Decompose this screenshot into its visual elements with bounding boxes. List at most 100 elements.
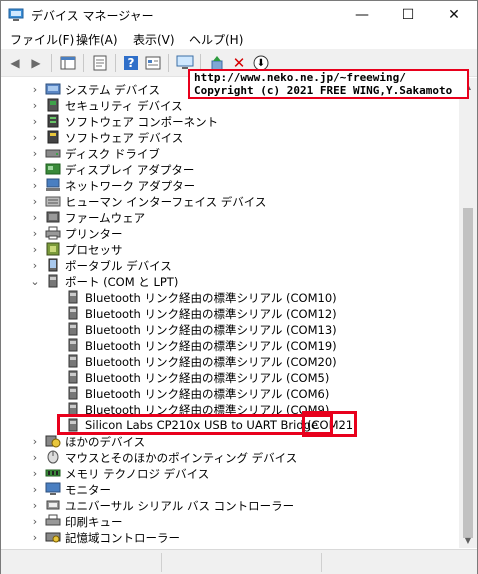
expand-chevron-icon[interactable]: › [29, 513, 41, 529]
scroll-down-icon[interactable]: ▼ [459, 532, 477, 548]
menu-file[interactable]: ファイル(F) [8, 31, 76, 48]
properties-console-button[interactable] [59, 54, 77, 72]
expand-chevron-icon[interactable]: › [29, 241, 41, 257]
tree-category[interactable]: › ソフトウェア デバイス [1, 129, 459, 145]
expand-chevron-icon[interactable]: › [29, 481, 41, 497]
expand-chevron-icon[interactable]: › [29, 529, 41, 545]
tree-category[interactable]: › ファームウェア [1, 209, 459, 226]
tree-device[interactable]: Bluetooth リンク経由の標準シリアル (COM12) [1, 305, 459, 321]
tree-item-label: Bluetooth リンク経由の標準シリアル (COM12) [85, 307, 337, 321]
tree-item-label: マウスとそのほかのポインティング デバイス [65, 451, 298, 465]
firmware-icon [46, 211, 60, 223]
menu-view[interactable]: 表示(V) [131, 31, 177, 48]
expand-chevron-icon[interactable]: › [29, 449, 41, 465]
tree-item-label: メモリ テクノロジ デバイス [65, 467, 210, 481]
maximize-button[interactable]: ☐ [385, 1, 431, 29]
back-button[interactable]: ◀ [6, 54, 24, 72]
tree-category[interactable]: › ソフトウェア コンポーネント [1, 113, 459, 129]
collapse-chevron-icon[interactable]: ⌄ [29, 273, 41, 289]
help-button[interactable]: ? [122, 54, 140, 72]
tree-item-label: Bluetooth リンク経由の標準シリアル (COM6) [85, 387, 330, 401]
maximize-icon: ☐ [401, 7, 415, 23]
tree-category[interactable]: › 印刷キュー [1, 513, 459, 529]
expand-chevron-icon[interactable]: › [29, 465, 41, 481]
tree-device[interactable]: Bluetooth リンク経由の標準シリアル (COM5) [1, 369, 459, 385]
tree-category[interactable]: › 記憶域コントローラー [1, 529, 459, 546]
expand-chevron-icon[interactable]: › [29, 209, 41, 225]
expand-chevron-icon[interactable]: › [29, 129, 41, 145]
expand-chevron-icon[interactable]: › [29, 193, 41, 209]
menu-help[interactable]: ヘルプ(H) [187, 31, 245, 48]
storage-controller-icon [45, 532, 61, 543]
tree-category[interactable]: › プリンター [1, 225, 459, 241]
tree-category[interactable]: › ディスプレイ アダプター [1, 161, 459, 178]
tree-category[interactable]: › ユニバーサル シリアル バス コントローラー [1, 497, 459, 514]
device-manager-window: デバイス マネージャー — ☐ ✕ ファイル(F) 操作(A) 表示(V) ヘル… [0, 0, 478, 574]
expand-chevron-icon[interactable]: › [29, 225, 41, 241]
back-arrow-icon: ◀ [10, 56, 20, 70]
expand-chevron-icon[interactable]: › [29, 497, 41, 513]
expand-chevron-icon[interactable]: › [29, 113, 41, 129]
tree-category[interactable]: › マウスとそのほかのポインティング デバイス [1, 449, 459, 465]
tree-category[interactable]: › ポータブル デバイス [1, 257, 459, 273]
display-adapter-icon [45, 163, 61, 175]
tree-device[interactable]: Bluetooth リンク経由の標準シリアル (COM10) [1, 289, 459, 305]
port-icon [48, 274, 58, 288]
tree-category[interactable]: › モニター [1, 481, 459, 497]
tree-item-label: Bluetooth リンク経由の標準シリアル (COM13) [85, 323, 337, 337]
expand-chevron-icon[interactable]: › [29, 161, 41, 177]
tree-item-label: セキュリティ デバイス [65, 99, 183, 113]
printer-icon [45, 226, 61, 240]
tree-category[interactable]: › セキュリティ デバイス [1, 97, 459, 113]
tree-category-ports[interactable]: ⌄ ポート (COM と LPT) [1, 273, 459, 289]
tree-category[interactable]: › ヒューマン インターフェイス デバイス [1, 193, 459, 210]
tree-category[interactable]: › ネットワーク アダプター [1, 177, 459, 193]
tree-device[interactable]: Bluetooth リンク経由の標準シリアル (COM20) [1, 353, 459, 369]
tree-category[interactable]: › メモリ テクノロジ デバイス [1, 465, 459, 482]
title-bar[interactable]: デバイス マネージャー — ☐ ✕ [1, 1, 477, 29]
minimize-icon: — [355, 7, 369, 23]
annotation-url: http://www.neko.ne.jp/~freewing/ [194, 71, 406, 84]
vertical-scrollbar[interactable]: ▲ ▼ [459, 78, 477, 548]
tree-item-label: ネットワーク アダプター [65, 179, 196, 193]
monitor-icon [45, 482, 61, 495]
tree-item-label: ヒューマン インターフェイス デバイス [65, 195, 267, 209]
status-divider [161, 553, 162, 572]
port-icon [68, 306, 78, 320]
minimize-button[interactable]: — [339, 1, 385, 29]
expand-chevron-icon[interactable]: › [29, 257, 41, 273]
tree-device[interactable]: Bluetooth リンク経由の標準シリアル (COM6) [1, 385, 459, 401]
port-icon [68, 370, 78, 384]
tree-device[interactable]: Bluetooth リンク経由の標準シリアル (COM13) [1, 321, 459, 337]
tree-item-label: ポート (COM と LPT) [65, 275, 179, 289]
expand-chevron-icon[interactable]: › [29, 97, 41, 113]
tree-category[interactable]: › ディスク ドライブ [1, 145, 459, 162]
tree-item-label: ポータブル デバイス [65, 259, 172, 273]
show-hidden-button[interactable] [144, 54, 162, 72]
close-button[interactable]: ✕ [431, 1, 477, 29]
expand-chevron-icon[interactable]: › [29, 433, 41, 449]
portable-device-icon [48, 258, 58, 272]
toolbar-separator [115, 54, 116, 72]
properties-button[interactable] [91, 54, 109, 72]
expand-chevron-icon[interactable]: › [29, 145, 41, 161]
forward-button[interactable]: ▶ [27, 54, 45, 72]
toolbar-separator [168, 54, 169, 72]
tree-item-label: プロセッサ [65, 243, 123, 257]
security-device-icon [47, 98, 59, 112]
tree-item-label: プリンター [65, 227, 123, 241]
expand-chevron-icon[interactable]: › [29, 177, 41, 193]
device-tree[interactable]: › システム デバイス › セキュリティ デバイス › ソフトウェア コンポーネント › ソフ… [1, 78, 459, 548]
memory-device-icon [45, 469, 61, 477]
software-device-icon [47, 130, 59, 144]
tree-item-label: Bluetooth リンク経由の標準シリアル (COM20) [85, 355, 337, 369]
expand-chevron-icon[interactable]: › [29, 81, 41, 97]
tree-category[interactable]: › プロセッサ [1, 241, 459, 257]
copyright-annotation: http://www.neko.ne.jp/~freewing/ Copyrig… [188, 69, 469, 99]
tree-category[interactable]: › ほかのデバイス [1, 433, 459, 450]
status-bar [1, 549, 477, 574]
mouse-icon [47, 450, 59, 464]
scrollbar-thumb[interactable] [463, 208, 473, 538]
tree-device[interactable]: Bluetooth リンク経由の標準シリアル (COM19) [1, 337, 459, 353]
menu-action[interactable]: 操作(A) [74, 31, 120, 48]
